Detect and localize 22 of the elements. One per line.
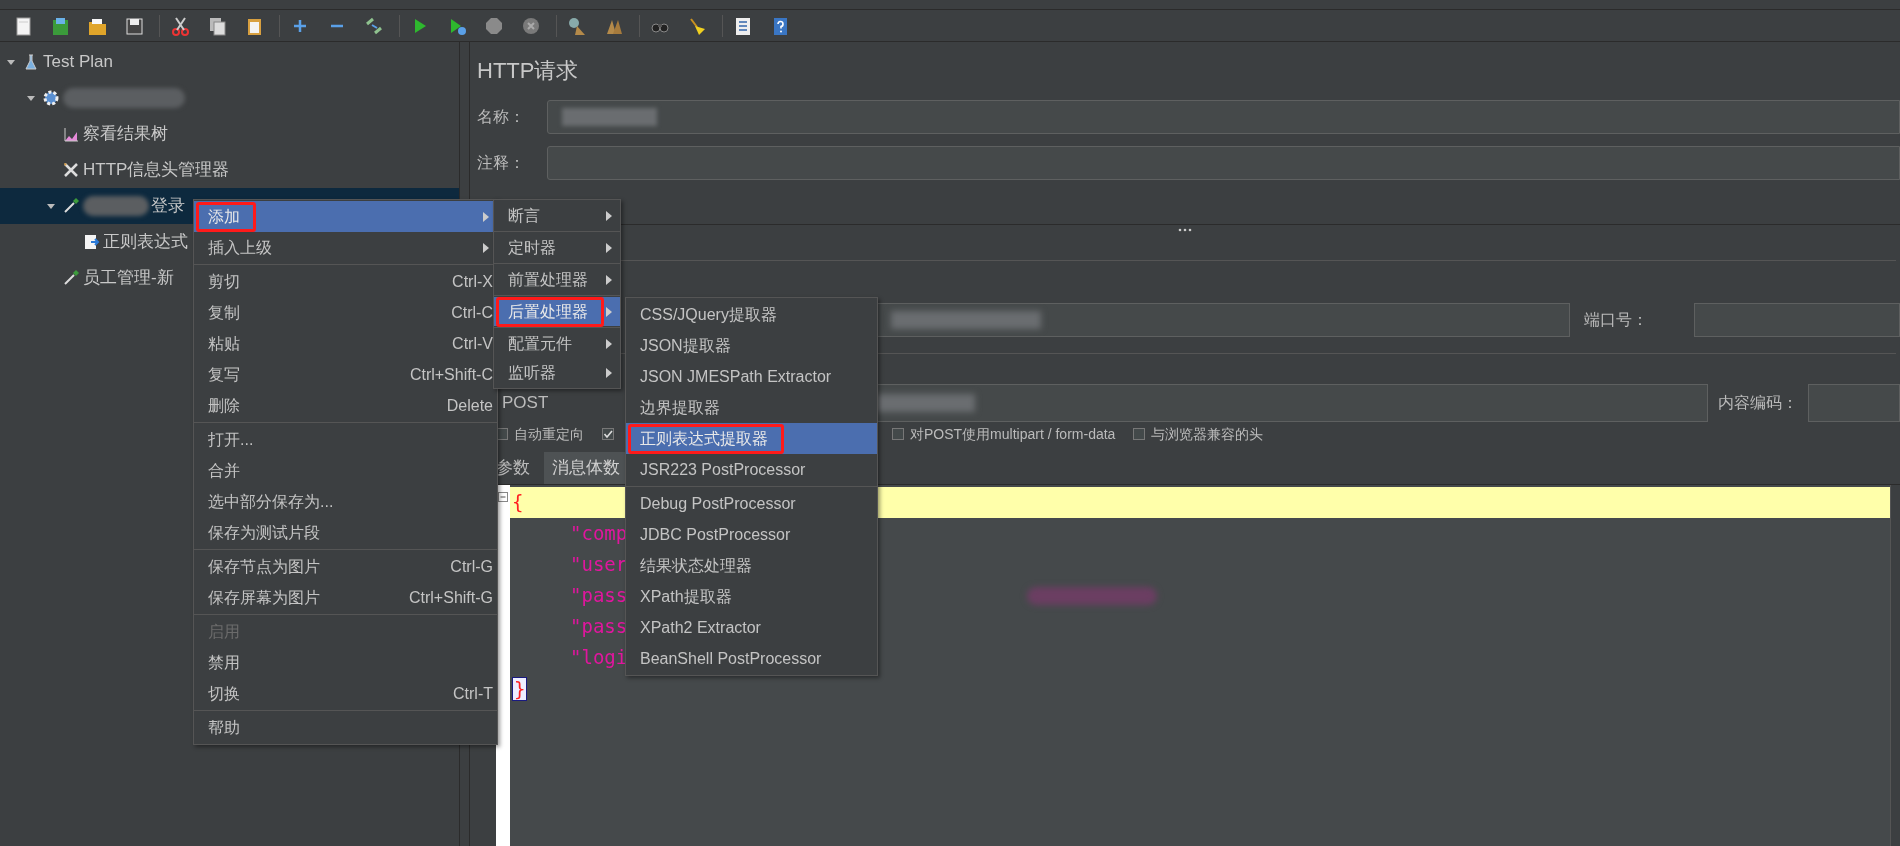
code-text: { [512, 490, 524, 516]
tree-label: 察看结果树 [83, 123, 168, 146]
panel-title: HTTP请求 [477, 57, 580, 84]
field-label: 注释： [477, 153, 526, 173]
tree-label: 正则表达式 [103, 231, 188, 254]
code-text: "logi [570, 645, 628, 671]
field-label: 内容编码： [1717, 393, 1799, 413]
method-value: POST [502, 392, 549, 415]
code-text: "pass [570, 583, 628, 609]
code-text: "user [570, 552, 628, 578]
option-label: 自动重定向 [514, 424, 584, 444]
option-label: 对POST使用multipart / form-data [910, 424, 1116, 444]
tree-label: Test Plan [43, 51, 113, 74]
code-text: "pass [570, 614, 628, 640]
field-label: 名称： [477, 107, 526, 127]
option-label: 与浏览器兼容的头 [1151, 424, 1264, 444]
code-text: } [512, 676, 528, 701]
code-text: "comp [570, 521, 628, 547]
tree-label: 登录 [151, 195, 185, 218]
tree-label: 员工管理-新 [83, 267, 174, 290]
field-label: 端口号： [1583, 310, 1649, 330]
tree-label: HTTP信息头管理器 [83, 159, 230, 182]
